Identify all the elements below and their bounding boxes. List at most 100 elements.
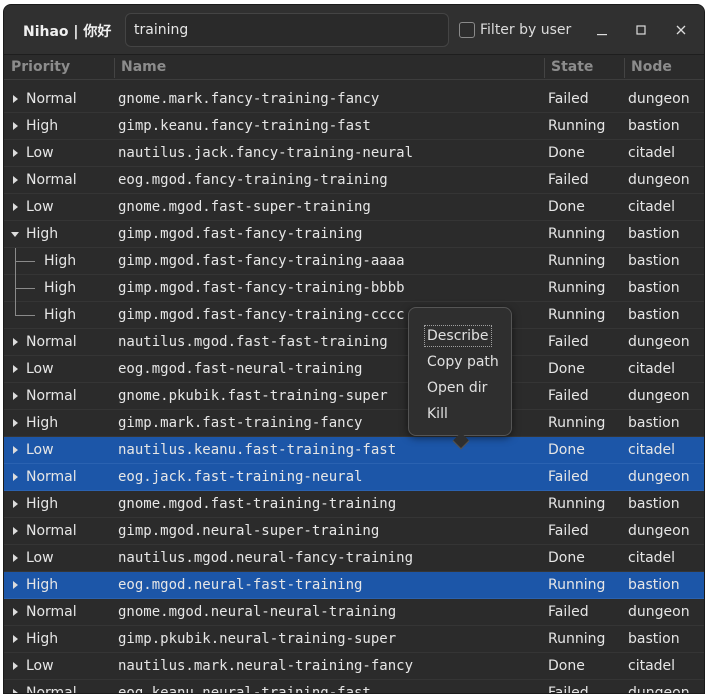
node-cell: bastion — [628, 415, 680, 431]
expander-collapsed-icon[interactable] — [10, 202, 20, 212]
expander-collapsed-icon[interactable] — [10, 688, 20, 694]
name-cell: gimp.mgod.fast-fancy-training-cccc — [118, 307, 405, 323]
priority-cell: High — [26, 577, 59, 593]
priority-cell: High — [26, 415, 59, 431]
state-cell: Running — [548, 118, 606, 134]
expander-collapsed-icon[interactable] — [10, 499, 20, 509]
table-row[interactable]: High eog.mgod.neural-fast-training Running… — [4, 572, 704, 599]
search-input[interactable] — [125, 13, 449, 47]
table-row[interactable]: Normal eog.jack.fast-training-neural Faile… — [4, 464, 704, 491]
tree-line — [15, 261, 35, 262]
column-priority[interactable]: Priority — [4, 56, 114, 80]
state-cell: Running — [548, 577, 606, 593]
menu-item-kill[interactable]: Kill — [427, 406, 448, 422]
priority-cell: Normal — [26, 91, 77, 107]
expander-collapsed-icon[interactable] — [10, 580, 20, 590]
priority-cell: High — [26, 631, 59, 647]
node-cell: dungeon — [628, 334, 690, 350]
table-row[interactable]: Normal gimp.mgod.neural-super-training Fai… — [4, 518, 704, 545]
expander-collapsed-icon[interactable] — [10, 175, 20, 185]
table-row[interactable]: Low nautilus.mgod.neural-fancy-training Do… — [4, 545, 704, 572]
priority-cell: Low — [26, 145, 54, 161]
state-cell: Done — [548, 442, 585, 458]
expander-expanded-icon[interactable] — [10, 229, 20, 239]
table-row[interactable]: High gimp.pkubik.neural-training-super Run… — [4, 626, 704, 653]
maximize-button[interactable] — [628, 17, 654, 43]
name-cell: gnome.mgod.fast-super-training — [118, 199, 371, 215]
state-cell: Failed — [548, 604, 589, 620]
node-cell: dungeon — [628, 172, 690, 188]
tree-line — [15, 315, 35, 316]
name-cell: eog.mgod.fancy-training-training — [118, 172, 388, 188]
state-cell: Running — [548, 226, 606, 242]
table-row[interactable]: Normal gnome.mark.fancy-training-fancy Fai… — [4, 86, 704, 113]
table-row[interactable]: Low nautilus.mark.neural-training-fancy Do… — [4, 653, 704, 680]
expander-collapsed-icon[interactable] — [10, 445, 20, 455]
tree-line — [15, 302, 16, 316]
state-cell: Failed — [548, 91, 589, 107]
menu-item-open-dir[interactable]: Open dir — [427, 380, 487, 396]
column-name[interactable]: Name — [114, 56, 544, 80]
close-icon — [676, 25, 686, 35]
expander-collapsed-icon[interactable] — [10, 94, 20, 104]
expander-collapsed-icon[interactable] — [10, 661, 20, 671]
table-row[interactable]: High gimp.mgod.fast-fancy-training-aaaa Ru… — [4, 248, 704, 275]
table-row[interactable]: High gimp.mark.fast-training-fancy Running… — [4, 410, 704, 437]
expander-collapsed-icon[interactable] — [10, 634, 20, 644]
expander-collapsed-icon[interactable] — [10, 364, 20, 374]
expander-collapsed-icon[interactable] — [10, 553, 20, 563]
expander-collapsed-icon[interactable] — [10, 121, 20, 131]
minimize-button[interactable] — [589, 17, 615, 43]
state-cell: Failed — [548, 685, 589, 694]
node-cell: citadel — [628, 199, 676, 215]
table-row[interactable]: Normal eog.keanu.neural-training-fast Fail… — [4, 680, 704, 694]
expander-collapsed-icon[interactable] — [10, 148, 20, 158]
priority-cell: Low — [26, 199, 54, 215]
menu-item-describe[interactable]: Describe — [424, 325, 492, 347]
node-cell: bastion — [628, 118, 680, 134]
column-state[interactable]: State — [544, 56, 624, 80]
table-row[interactable]: Low gnome.mgod.fast-super-training Done cit… — [4, 194, 704, 221]
table-row[interactable]: Normal nautilus.mgod.fast-fast-training Fa… — [4, 329, 704, 356]
name-cell: eog.jack.fast-training-neural — [118, 469, 363, 485]
table-row[interactable]: High gimp.mgod.fast-fancy-training-bbbb Ru… — [4, 275, 704, 302]
expander-collapsed-icon[interactable] — [10, 472, 20, 482]
table-row[interactable]: Low eog.mgod.fast-neural-training Done cita… — [4, 356, 704, 383]
priority-cell: High — [44, 307, 77, 323]
app-window: Nihao | 你好 Filter by user Normal gnome.ma… — [3, 4, 705, 694]
filter-checkbox[interactable] — [459, 22, 475, 38]
table-row[interactable]: High gimp.keanu.fancy-training-fast Runnin… — [4, 113, 704, 140]
table-row[interactable]: High gimp.mgod.fast-fancy-training Running… — [4, 221, 704, 248]
context-menu: Describe Copy path Open dir Kill — [408, 307, 512, 450]
minimize-icon — [597, 34, 607, 36]
node-cell: bastion — [628, 631, 680, 647]
node-cell: bastion — [628, 253, 680, 269]
table-row[interactable]: Low nautilus.keanu.fast-training-fast Done… — [4, 437, 704, 464]
node-cell: bastion — [628, 496, 680, 512]
priority-cell: High — [26, 118, 59, 134]
menu-item-copy-path[interactable]: Copy path — [427, 354, 499, 370]
node-cell: citadel — [628, 361, 676, 377]
node-cell: dungeon — [628, 469, 690, 485]
table-row[interactable]: Normal gnome.pkubik.fast-training-super Fa… — [4, 383, 704, 410]
expander-collapsed-icon[interactable] — [10, 418, 20, 428]
table-row[interactable]: Normal eog.mgod.fancy-training-training Fa… — [4, 167, 704, 194]
expander-collapsed-icon[interactable] — [10, 391, 20, 401]
name-cell: gimp.pkubik.neural-training-super — [118, 631, 397, 647]
state-cell: Failed — [548, 334, 589, 350]
priority-cell: Normal — [26, 334, 77, 350]
node-cell: bastion — [628, 280, 680, 296]
table-row[interactable]: High gnome.mgod.fast-training-training Run… — [4, 491, 704, 518]
expander-collapsed-icon[interactable] — [10, 607, 20, 617]
expander-collapsed-icon[interactable] — [10, 337, 20, 347]
column-node[interactable]: Node — [624, 56, 704, 80]
filter-by-user-toggle[interactable]: Filter by user — [459, 20, 571, 40]
node-cell: dungeon — [628, 604, 690, 620]
expander-collapsed-icon[interactable] — [10, 526, 20, 536]
table-row[interactable]: Low nautilus.jack.fancy-training-neural Do… — [4, 140, 704, 167]
table-row[interactable]: High gimp.mgod.fast-fancy-training-cccc Ru… — [4, 302, 704, 329]
column-header: Priority Name State Node — [4, 56, 704, 80]
table-row[interactable]: Normal gnome.mgod.neural-neural-training F… — [4, 599, 704, 626]
name-cell: eog.keanu.neural-training-fast — [118, 685, 371, 694]
close-button[interactable] — [668, 17, 694, 43]
